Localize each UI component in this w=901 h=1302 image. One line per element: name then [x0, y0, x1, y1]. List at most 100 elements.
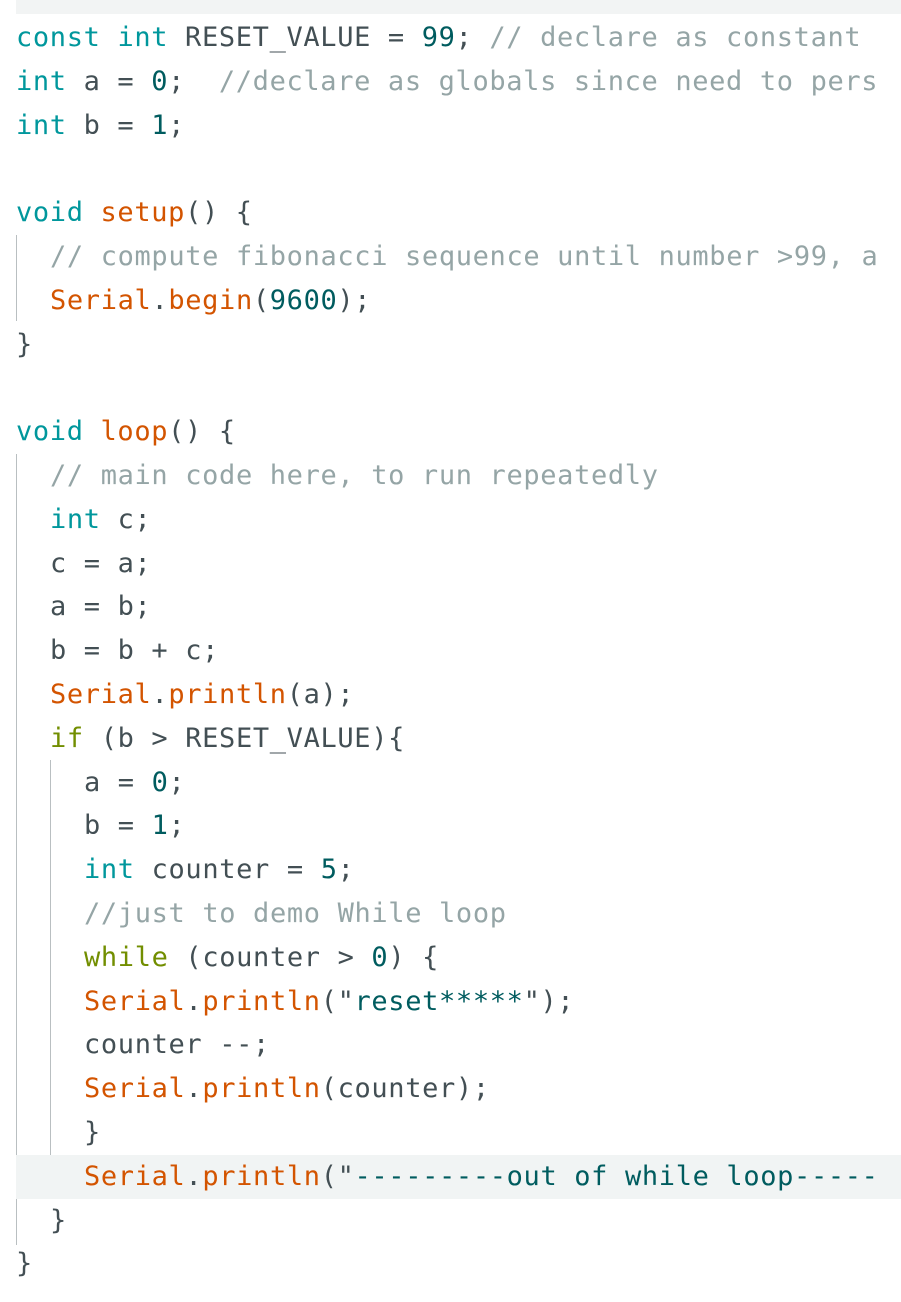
code-token: int: [16, 65, 67, 97]
code-token: (counter);: [320, 1073, 490, 1105]
code-line[interactable]: if (b > RESET_VALUE){: [16, 717, 901, 761]
code-line[interactable]: [16, 366, 901, 410]
code-line[interactable]: Serial.begin(9600);: [16, 279, 901, 323]
code-token: int: [16, 109, 67, 141]
code-token: // compute fibonacci sequence until numb…: [50, 240, 879, 272]
code-token: Serial: [50, 284, 152, 316]
code-token: b =: [84, 810, 152, 842]
code-line[interactable]: void loop() {: [16, 410, 901, 454]
code-token: ;: [455, 22, 490, 53]
code-line[interactable]: }: [16, 1199, 901, 1243]
code-token: 9600: [269, 284, 338, 316]
code-token: .: [185, 985, 203, 1017]
code-line[interactable]: }: [16, 1242, 901, 1286]
code-line[interactable]: int a = 0; //declare as globals since ne…: [16, 60, 901, 104]
code-token: println: [168, 678, 287, 710]
code-line[interactable]: a = b;: [16, 585, 901, 629]
code-token: (a);: [286, 678, 355, 710]
code-line[interactable]: [16, 147, 901, 191]
code-token: ;: [168, 766, 186, 798]
code-token: println: [202, 1160, 321, 1192]
code-token: println: [202, 985, 321, 1017]
code-token: RESET_VALUE =: [168, 22, 422, 53]
code-line[interactable]: Serial.println(a);: [16, 673, 901, 717]
code-token: () {: [168, 416, 236, 448]
code-line[interactable]: a = 0;: [16, 761, 901, 805]
code-token: Serial: [84, 1073, 186, 1105]
code-token: 1: [151, 109, 169, 141]
code-token: 5: [320, 854, 338, 886]
code-line[interactable]: while (counter > 0) {: [16, 936, 901, 980]
code-token: int: [117, 22, 169, 53]
code-token: 0: [371, 941, 389, 973]
code-token: ");: [523, 985, 575, 1017]
code-line[interactable]: Serial.println("reset*****");: [16, 980, 901, 1024]
code-token: if: [50, 722, 84, 754]
code-token: );: [337, 284, 372, 316]
code-area[interactable]: const int RESET_VALUE = 99; // declare a…: [16, 16, 901, 1286]
code-line[interactable]: c = a;: [16, 542, 901, 586]
code-line[interactable]: int c;: [16, 498, 901, 542]
code-token: counter =: [134, 854, 321, 886]
code-token: () {: [185, 197, 253, 229]
code-token: void: [16, 416, 84, 448]
code-token: ;: [337, 854, 355, 886]
code-token: ;: [168, 65, 219, 97]
code-token: loop: [100, 416, 169, 448]
code-line[interactable]: b = b + c;: [16, 629, 901, 673]
code-token: 99: [421, 22, 456, 53]
code-token: .: [185, 1073, 203, 1105]
code-line[interactable]: // compute fibonacci sequence until numb…: [16, 235, 901, 279]
code-line[interactable]: }: [16, 323, 901, 367]
code-token: a =: [84, 766, 152, 798]
code-token: a = b;: [50, 591, 152, 623]
code-token: }: [16, 328, 33, 360]
code-token: ---------out of while loop-----: [354, 1160, 879, 1192]
code-token: c = a;: [50, 547, 152, 579]
code-token: 0: [151, 766, 169, 798]
code-token: println: [202, 1073, 321, 1105]
code-line[interactable]: int counter = 5;: [16, 848, 901, 892]
code-token: (: [252, 284, 270, 316]
code-line[interactable]: int b = 1;: [16, 104, 901, 148]
code-line[interactable]: }: [16, 1111, 901, 1155]
code-token: Serial: [84, 1160, 186, 1192]
code-token: //just to demo While loop: [84, 897, 507, 929]
code-line[interactable]: // main code here, to run repeatedly: [16, 454, 901, 498]
code-token: (b > RESET_VALUE){: [83, 722, 406, 754]
code-line[interactable]: const int RESET_VALUE = 99; // declare a…: [16, 16, 901, 60]
code-token: void: [16, 197, 84, 229]
code-token: Serial: [84, 985, 186, 1017]
code-token: counter --;: [84, 1029, 270, 1061]
code-token: .: [151, 678, 169, 710]
code-line[interactable]: //just to demo While loop: [16, 892, 901, 936]
code-token: 1: [151, 810, 169, 842]
code-token: a =: [66, 65, 152, 97]
code-line[interactable]: counter --;: [16, 1023, 901, 1067]
code-token: //declare as globals since need to pers: [218, 65, 879, 97]
code-token: ;: [168, 810, 186, 842]
current-code-line[interactable]: Serial.println("---------out of while lo…: [16, 1154, 901, 1199]
code-line[interactable]: b = 1;: [16, 804, 901, 848]
code-token: b = b + c;: [50, 635, 220, 667]
code-token: while: [84, 941, 169, 973]
code-token: begin: [168, 284, 253, 316]
code-line[interactable]: Serial.println(counter);: [16, 1067, 901, 1111]
code-token: .: [151, 284, 169, 316]
code-editor[interactable]: const int RESET_VALUE = 99; // declare a…: [0, 0, 901, 1302]
code-token: ;: [168, 109, 186, 141]
code-token: ) {: [388, 941, 440, 973]
code-token: int: [50, 503, 101, 535]
code-token: setup: [100, 197, 186, 229]
code-token: .: [185, 1160, 203, 1192]
code-line[interactable]: void setup() {: [16, 191, 901, 235]
code-token: Serial: [50, 678, 152, 710]
code-token: (": [320, 985, 355, 1017]
code-token: }: [16, 1248, 33, 1280]
code-token: c;: [100, 503, 152, 535]
code-token: b =: [66, 109, 152, 141]
code-token: 0: [151, 65, 169, 97]
